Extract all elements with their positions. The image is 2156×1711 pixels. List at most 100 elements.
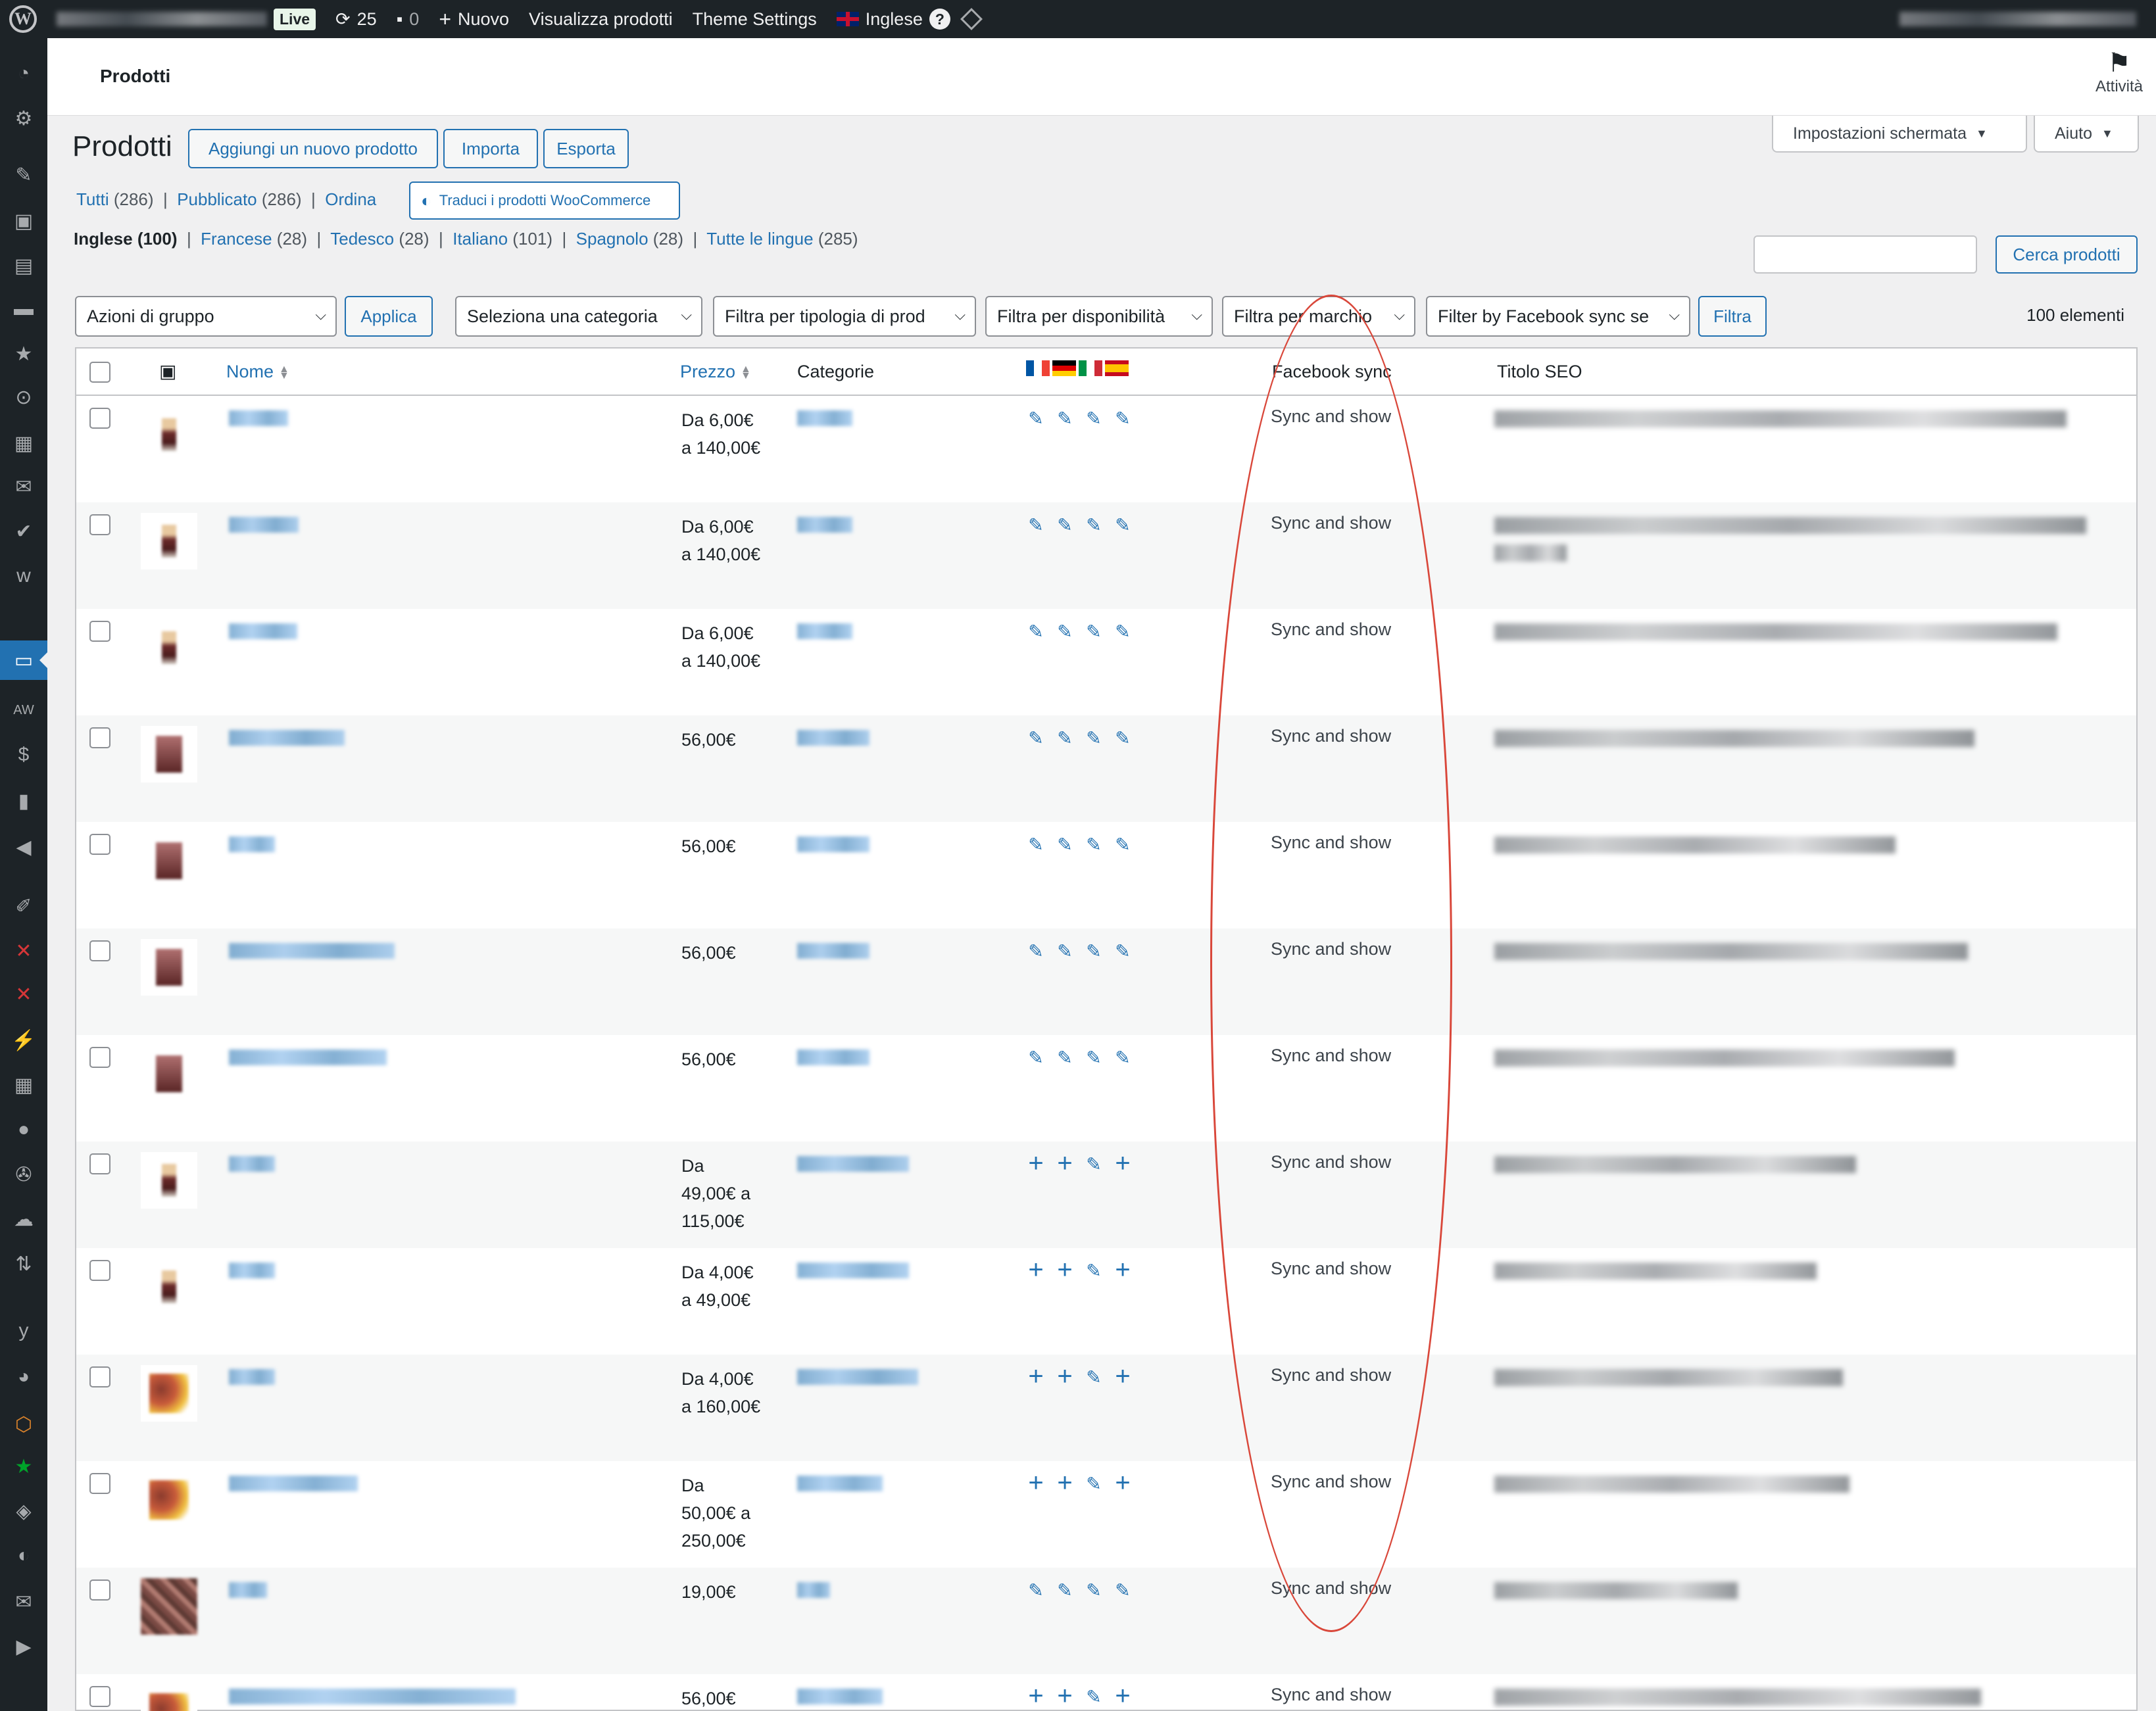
green-star-icon[interactable]: ★ <box>12 1456 36 1478</box>
product-name-link[interactable] <box>229 1689 516 1704</box>
edit-translation-icon[interactable]: ✎ <box>1055 408 1075 429</box>
edit-translation-icon[interactable]: ✎ <box>1084 1686 1104 1708</box>
product-category-link[interactable] <box>797 1369 918 1385</box>
product-thumbnail[interactable] <box>141 1259 197 1315</box>
table-icon[interactable]: ▦ <box>12 1074 36 1096</box>
edit-translation-icon[interactable]: ✎ <box>1113 408 1133 429</box>
edit-translation-icon[interactable]: ✎ <box>1084 727 1104 749</box>
import-icon[interactable]: ⇅ <box>12 1253 36 1275</box>
activity-button[interactable]: ⚑ Attività <box>2095 49 2143 96</box>
edit-translation-icon[interactable]: ✎ <box>1026 834 1046 856</box>
edit-translation-icon[interactable]: ✎ <box>1026 514 1046 536</box>
add-translation-icon[interactable]: + <box>1055 1683 1075 1709</box>
add-translation-icon[interactable]: + <box>1026 1683 1046 1709</box>
product-name-link[interactable] <box>229 943 395 959</box>
product-name-link[interactable] <box>229 730 345 746</box>
edit-translation-icon[interactable]: ✎ <box>1055 940 1075 962</box>
product-thumbnail[interactable] <box>141 832 197 889</box>
availability-select[interactable]: Filtra per disponibilità ⌵ <box>985 296 1213 337</box>
updates-item[interactable]: ⟳ 25 <box>335 9 377 30</box>
edit-translation-icon[interactable]: ✎ <box>1026 940 1046 962</box>
sidebar-settings-icon[interactable]: ⚙ <box>12 108 36 130</box>
analytics-icon[interactable]: ▮ <box>12 790 36 812</box>
facebook-sync-select[interactable]: Filter by Facebook sync se ⌵ <box>1426 296 1690 337</box>
grid-icon[interactable]: ▦ <box>12 433 36 454</box>
product-name-link[interactable] <box>229 836 275 852</box>
product-thumbnail[interactable] <box>141 1685 197 1711</box>
comments-sidebar-icon[interactable]: ▬ <box>12 298 36 320</box>
product-thumbnail[interactable] <box>141 1472 197 1528</box>
product-thumbnail[interactable] <box>141 1046 197 1102</box>
add-translation-icon[interactable]: + <box>1113 1257 1133 1283</box>
select-all-checkbox[interactable] <box>89 362 110 383</box>
edit-translation-icon[interactable]: ✎ <box>1113 940 1133 962</box>
row-checkbox[interactable] <box>89 1260 110 1281</box>
edit-translation-icon[interactable]: ✎ <box>1084 834 1104 856</box>
product-category-link[interactable] <box>797 1263 909 1278</box>
theme-settings-link[interactable]: Theme Settings <box>693 9 817 30</box>
cloud-icon[interactable]: ☁ <box>12 1209 36 1230</box>
woocommerce-icon[interactable]: w <box>12 565 36 587</box>
add-translation-icon[interactable]: + <box>1055 1363 1075 1389</box>
user-account[interactable] <box>1899 11 2136 31</box>
status-order-link[interactable]: Ordina <box>325 189 376 209</box>
users-icon[interactable]: ● <box>12 1119 36 1140</box>
row-checkbox[interactable] <box>89 1686 110 1707</box>
edit-translation-icon[interactable]: ✎ <box>1084 1579 1104 1601</box>
brand-select[interactable]: Filtra per marchio ⌵ <box>1222 296 1415 337</box>
product-name-link[interactable] <box>229 1156 275 1172</box>
product-thumbnail[interactable] <box>141 1152 197 1209</box>
view-products-link[interactable]: Visualizza prodotti <box>529 9 673 30</box>
row-checkbox[interactable] <box>89 834 110 855</box>
product-category-link[interactable] <box>797 836 870 852</box>
row-checkbox[interactable] <box>89 1473 110 1494</box>
search-products-button[interactable]: Cerca prodotti <box>1996 235 2138 274</box>
edit-translation-icon[interactable]: ✎ <box>1055 514 1075 536</box>
add-new-product-button[interactable]: Aggiungi un nuovo prodotto <box>188 129 438 168</box>
bulk-actions-select[interactable]: Azioni di gruppo ⌵ <box>75 296 337 337</box>
product-category-link[interactable] <box>797 1156 909 1172</box>
edit-translation-icon[interactable]: ✎ <box>1084 1473 1104 1495</box>
edit-translation-icon[interactable]: ✎ <box>1113 727 1133 749</box>
edit-translation-icon[interactable]: ✎ <box>1026 621 1046 642</box>
yoast-icon[interactable]: y <box>12 1320 36 1341</box>
row-checkbox[interactable] <box>89 621 110 642</box>
product-category-link[interactable] <box>797 1582 830 1598</box>
check-icon[interactable]: ✔ <box>12 521 36 542</box>
edit-translation-icon[interactable]: ✎ <box>1055 621 1075 642</box>
product-name-link[interactable] <box>229 410 288 426</box>
category-select[interactable]: Seleziona una categoria ⌵ <box>455 296 702 337</box>
product-category-link[interactable] <box>797 623 852 639</box>
add-translation-icon[interactable]: + <box>1113 1150 1133 1176</box>
help-icon[interactable]: ? <box>929 9 950 30</box>
add-translation-icon[interactable]: + <box>1026 1257 1046 1283</box>
edit-translation-icon[interactable]: ✎ <box>1113 1579 1133 1601</box>
product-name-link[interactable] <box>229 1369 275 1385</box>
edit-translation-icon[interactable]: ✎ <box>1084 621 1104 642</box>
product-name-link[interactable] <box>229 517 299 533</box>
marketing-icon[interactable]: ◀ <box>12 836 36 858</box>
status-all-link[interactable]: Tutti <box>76 189 109 209</box>
tools-icon[interactable]: ✇ <box>12 1164 36 1186</box>
edit-translation-icon[interactable]: ✎ <box>1084 408 1104 429</box>
name-column-header[interactable]: Nome ▲ ▼ <box>226 362 289 382</box>
apply-button[interactable]: Applica <box>345 296 433 337</box>
row-checkbox[interactable] <box>89 1366 110 1387</box>
edit-translation-icon[interactable]: ✎ <box>1055 727 1075 749</box>
edit-translation-icon[interactable]: ✎ <box>1084 1366 1104 1388</box>
plugins-icon[interactable]: ⚡ <box>11 1030 36 1051</box>
add-translation-icon[interactable]: + <box>1055 1470 1075 1496</box>
mail-icon[interactable]: ✉ <box>12 476 36 498</box>
product-category-link[interactable] <box>797 517 852 533</box>
row-checkbox[interactable] <box>89 1153 110 1174</box>
product-category-link[interactable] <box>797 1689 883 1704</box>
lang-spanish-link[interactable]: Spagnolo <box>576 229 649 249</box>
product-category-link[interactable] <box>797 943 870 959</box>
newsletter-icon[interactable]: ✉ <box>12 1591 36 1613</box>
aw-icon[interactable]: AW <box>12 700 36 721</box>
product-name-link[interactable] <box>229 1263 275 1278</box>
lang-italian-link[interactable]: Italiano <box>453 229 508 249</box>
product-category-link[interactable] <box>797 1476 883 1491</box>
star-icon[interactable]: ★ <box>12 343 36 365</box>
language-switcher[interactable]: Inglese ? <box>836 9 950 30</box>
